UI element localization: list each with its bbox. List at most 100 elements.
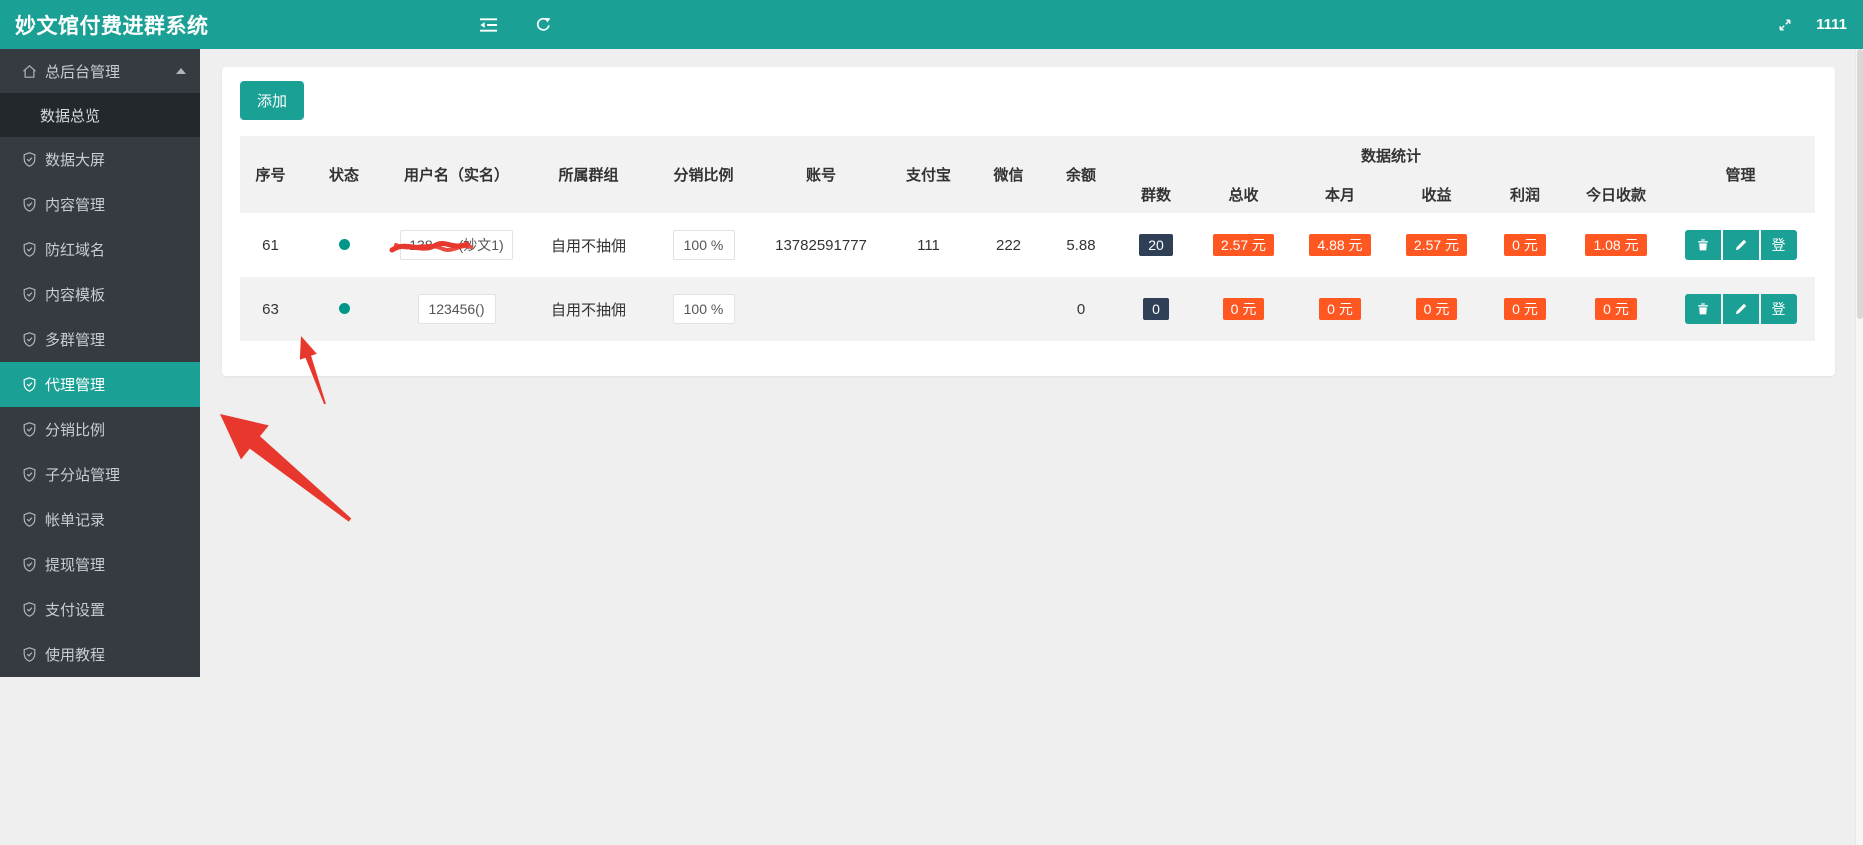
total-badge: 0 元 (1222, 298, 1265, 320)
col-header-total: 总收 (1196, 175, 1291, 213)
group-count-badge: 20 (1139, 234, 1173, 256)
sidebar-item-label: 内容模板 (45, 287, 106, 304)
today-badge: 1.08 元 (1585, 234, 1647, 256)
sidebar-item-label: 总后台管理 (45, 63, 121, 81)
sidebar-item-antired-domain[interactable]: 防红域名 (0, 227, 200, 272)
sidebar-item-bill-record[interactable]: 帐单记录 (0, 497, 200, 542)
col-header-balance: 余额 (1046, 136, 1116, 213)
shield-check-icon (21, 601, 38, 618)
sidebar-item-content-template[interactable]: 内容模板 (0, 272, 200, 317)
sidebar-item-data-screen[interactable]: 数据大屏 (0, 137, 200, 182)
group-count-badge: 0 (1143, 298, 1169, 320)
edit-button[interactable] (1722, 230, 1759, 260)
col-header-income: 收益 (1389, 175, 1484, 213)
shield-check-icon (21, 376, 38, 393)
edit-button[interactable] (1722, 294, 1759, 324)
table-row: 61 138 (妙文1) 自用不抽佣 100 % 13782591777 111… (240, 213, 1815, 277)
sidebar-item-withdraw-manage[interactable]: 提现管理 (0, 542, 200, 587)
sidebar-item-label: 分销比例 (45, 422, 106, 439)
month-badge: 0 元 (1319, 298, 1361, 320)
ratio-field[interactable]: 100 % (672, 294, 735, 324)
cell-group: 自用不抽佣 (526, 277, 651, 341)
col-header-seq: 序号 (240, 136, 301, 213)
col-header-alipay: 支付宝 (886, 136, 971, 213)
login-as-button[interactable]: 登 (1760, 230, 1797, 260)
refresh-button[interactable] (523, 0, 563, 49)
cell-account: 13782591777 (775, 236, 867, 254)
sidebar-item-agent-manage[interactable]: 代理管理 (0, 362, 200, 407)
agents-card: 添加 序号 状态 用户名（实名） 所属群组 分销比例 账号 支付宝 微信 余额 … (222, 67, 1836, 376)
trash-icon (1697, 239, 1708, 251)
username-field[interactable]: 123456() (417, 294, 496, 324)
shield-check-icon (21, 151, 38, 168)
col-header-profit: 利润 (1484, 175, 1566, 213)
sidebar-item-label: 帐单记录 (45, 512, 106, 529)
manage-button-group: 登 (1684, 294, 1797, 324)
sidebar-item-label: 代理管理 (45, 377, 106, 394)
delete-button[interactable] (1684, 294, 1721, 324)
sidebar-item-label: 使用教程 (45, 647, 106, 664)
sidebar-item-substation[interactable]: 子分站管理 (0, 452, 200, 497)
app-title: 妙文馆付费进群系统 (15, 14, 209, 38)
cell-seq: 61 (262, 236, 279, 254)
shield-check-icon (21, 421, 38, 438)
sidebar-item-label: 防红域名 (45, 242, 106, 259)
cell-alipay: 111 (917, 236, 940, 254)
col-header-month: 本月 (1291, 175, 1389, 213)
sidebar-item-distribution-ratio[interactable]: 分销比例 (0, 407, 200, 452)
sidebar-item-main-admin[interactable]: 总后台管理 (0, 49, 200, 93)
delete-button[interactable] (1684, 230, 1721, 260)
sidebar-item-data-overview[interactable]: 数据总览 (0, 93, 200, 137)
pencil-icon (1735, 239, 1746, 251)
shield-check-icon (21, 196, 38, 213)
profit-badge: 0 元 (1504, 298, 1546, 320)
sidebar-item-label: 内容管理 (45, 197, 106, 214)
table-row: 63 123456() 自用不抽佣 100 % 0 0 0 元 0 元 0 元 (240, 277, 1816, 341)
col-header-status: 状态 (301, 136, 387, 213)
shield-check-icon (21, 646, 38, 663)
col-header-manage: 管理 (1666, 136, 1816, 213)
trash-icon (1697, 303, 1708, 315)
ratio-field[interactable]: 100 % (672, 230, 735, 260)
fullscreen-icon (1777, 17, 1793, 33)
sidebar-item-label: 多群管理 (45, 332, 106, 349)
add-button[interactable]: 添加 (240, 81, 305, 120)
col-header-wechat: 微信 (971, 136, 1046, 213)
sidebar-item-label: 子分站管理 (45, 467, 121, 484)
sidebar-item-label: 数据总览 (40, 107, 101, 125)
shield-check-icon (21, 466, 38, 483)
sidebar-item-multi-group[interactable]: 多群管理 (0, 317, 200, 362)
shield-check-icon (21, 331, 38, 348)
sidebar-item-label: 提现管理 (45, 557, 106, 574)
login-as-button[interactable]: 登 (1760, 294, 1797, 324)
cell-balance: 0 (1046, 277, 1116, 341)
today-badge: 0 元 (1595, 298, 1637, 320)
scrollbar-track[interactable] (1855, 49, 1863, 845)
username-suffix: (妙文1) (458, 237, 504, 253)
scrollbar-thumb[interactable] (1857, 49, 1863, 319)
sidebar: 总后台管理 数据总览 数据大屏 内容管理 防红域名 内容模板 多群管理 代理管理… (0, 49, 200, 677)
user-menu[interactable]: 1111 (1810, 0, 1853, 49)
username-field[interactable]: 138 (妙文1) (389, 230, 513, 260)
col-header-group: 所属群组 (526, 136, 651, 213)
sidebar-collapse-button[interactable] (468, 0, 508, 49)
cell-wechat: 222 (995, 236, 1022, 254)
cell-seq: 63 (240, 277, 301, 341)
fullscreen-button[interactable] (1765, 0, 1805, 49)
col-header-username: 用户名（实名） (387, 136, 526, 213)
shield-check-icon (21, 286, 38, 303)
sidebar-item-label: 支付设置 (45, 602, 106, 619)
top-bar: 妙文馆付费进群系统 1111 (0, 0, 1863, 49)
cell-group: 自用不抽佣 (550, 237, 626, 255)
sidebar-item-payment-settings[interactable]: 支付设置 (0, 587, 200, 632)
home-icon (21, 63, 38, 80)
manage-button-group: 登 (1684, 230, 1797, 260)
month-badge: 4.88 元 (1309, 234, 1371, 256)
collapse-menu-icon (479, 17, 498, 33)
profit-badge: 0 元 (1504, 234, 1546, 256)
sidebar-item-tutorial[interactable]: 使用教程 (0, 632, 200, 677)
col-header-account: 账号 (756, 136, 886, 213)
sidebar-item-content-manage[interactable]: 内容管理 (0, 182, 200, 227)
col-header-ratio: 分销比例 (651, 136, 756, 213)
shield-check-icon (21, 511, 38, 528)
